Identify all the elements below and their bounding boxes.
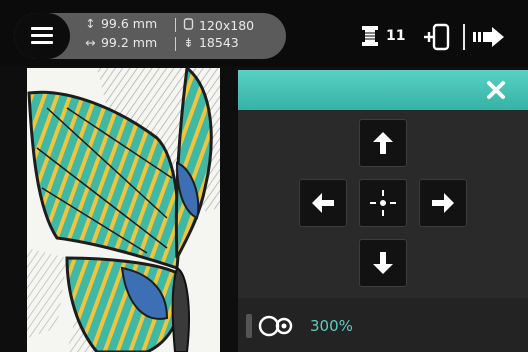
move-down-button[interactable] [359, 239, 407, 287]
stitch-count-value: 18543 [198, 35, 239, 50]
width-value: 99.2 mm [100, 35, 158, 50]
move-panel-header [238, 70, 528, 110]
height-value: 99.6 mm [100, 16, 158, 31]
frame-icon[interactable] [422, 23, 452, 55]
arrow-down-icon [373, 252, 393, 274]
menu-button[interactable] [14, 13, 70, 59]
center-icon [370, 190, 396, 216]
move-up-button[interactable] [359, 119, 407, 167]
vertical-arrow-icon: ↕ [85, 16, 96, 31]
zoom-icon[interactable] [258, 313, 294, 339]
arrow-left-icon [312, 193, 334, 213]
stitch-icon: ⇟ [183, 35, 194, 50]
zoom-row: 300% [238, 298, 528, 352]
arrow-right-icon [432, 193, 454, 213]
move-panel: 300% [238, 70, 528, 352]
zoom-value: 300% [310, 317, 353, 335]
toolbar-divider [463, 24, 465, 50]
move-right-button[interactable] [419, 179, 467, 227]
color-count: 11 [386, 28, 406, 44]
zoom-slider-handle[interactable] [246, 314, 252, 338]
design-preview[interactable] [27, 68, 220, 352]
design-height: ↕ 99.6 mm [84, 16, 158, 31]
butterfly-embroidery-image [27, 68, 220, 352]
top-bar: ↕ 99.6 mm ↔ 99.2 mm 120x180 ⇟ 18543 11 [0, 0, 528, 66]
close-icon[interactable] [484, 78, 508, 102]
hoop-size-value: 120x180 [198, 18, 255, 33]
center-button[interactable] [359, 179, 407, 227]
stitch-count: ⇟ 18543 [182, 35, 239, 50]
design-width: ↔ 99.2 mm [84, 35, 158, 50]
arrow-up-icon [373, 132, 393, 154]
hoop-size: 120x180 [182, 18, 254, 33]
info-divider [175, 37, 176, 51]
bobbin-icon [361, 25, 379, 51]
next-arrow-icon[interactable] [473, 26, 507, 52]
hoop-icon [182, 18, 195, 33]
move-left-button[interactable] [299, 179, 347, 227]
info-divider [175, 18, 176, 32]
horizontal-arrow-icon: ↔ [85, 35, 96, 50]
